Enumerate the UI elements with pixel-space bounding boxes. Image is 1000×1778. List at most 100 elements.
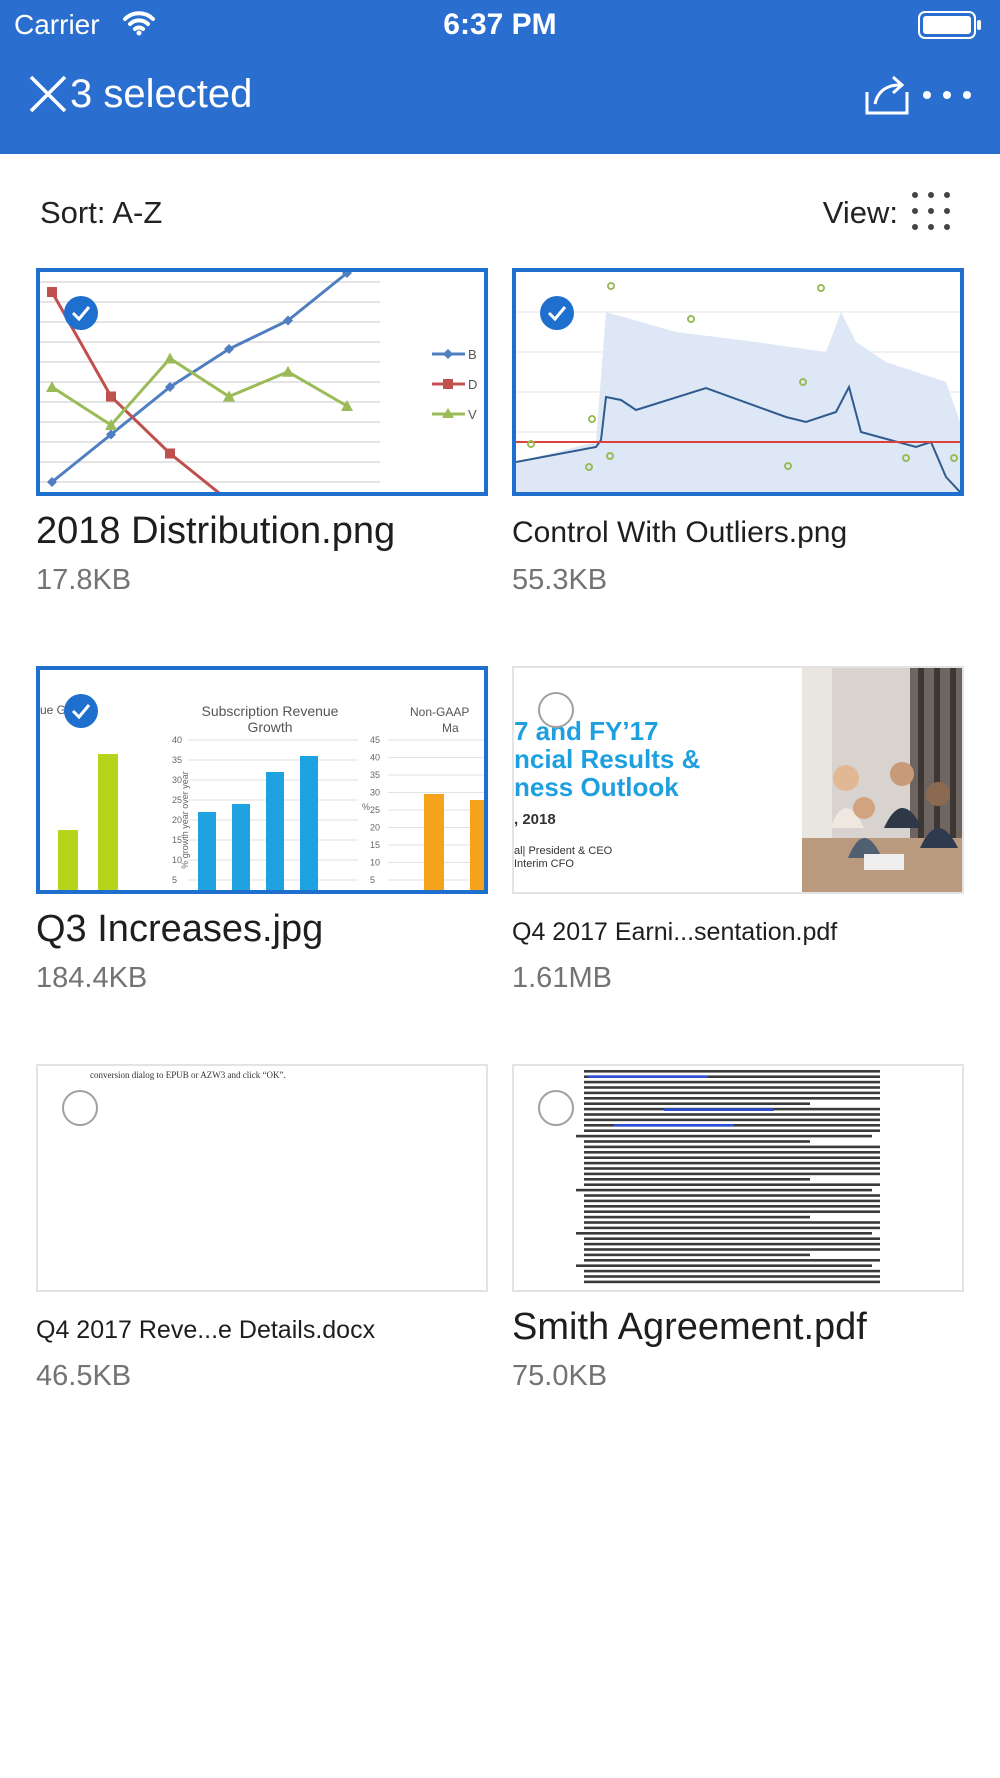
chart-fragment-label: Non-GAAP	[410, 705, 469, 719]
text-line	[576, 1188, 872, 1192]
svg-text:D: D	[468, 377, 477, 392]
meeting-photo	[802, 668, 962, 892]
chart-axis-symbol: %	[362, 802, 370, 812]
tick-label: 30	[370, 788, 380, 798]
file-thumbnail[interactable]: 7 and FY’17 ncial Results & ness Outlook…	[512, 666, 964, 894]
text-line	[584, 1178, 810, 1181]
chart-fragment-label: Ma	[442, 721, 459, 735]
text-line	[584, 1205, 880, 1208]
file-tile[interactable]: Control With Outliers.png 55.3KB	[512, 268, 964, 608]
slide-title-line: ncial Results &	[514, 744, 700, 774]
checkmark-icon[interactable]	[64, 694, 98, 728]
file-name: Smith Agreement.pdf	[512, 1306, 867, 1348]
text-line	[584, 1086, 880, 1089]
tick-label: 10	[370, 858, 380, 868]
text-line	[584, 1140, 810, 1143]
file-tile[interactable]: conversion dialog to EPUB or AZW3 and cl…	[36, 1064, 488, 1404]
file-name: Control With Outliers.png	[512, 516, 848, 549]
text-line	[576, 1232, 872, 1235]
slide-presenter: al| President & CEO	[514, 845, 613, 857]
chart-title-line1: Subscription Revenue	[202, 703, 339, 719]
text-line	[584, 1269, 880, 1273]
unchecked-circle-icon[interactable]	[538, 1090, 574, 1126]
tick-label: 5	[370, 875, 375, 885]
file-thumbnail[interactable]: B D V	[36, 268, 488, 496]
tick-label: 40	[370, 753, 380, 763]
tick-label: 15	[172, 835, 182, 845]
text-line	[584, 1091, 880, 1095]
slide-title-line: 7 and FY’17	[514, 716, 659, 746]
document-thumbnail: conversion dialog to EPUB or AZW3 and cl…	[90, 1070, 286, 1080]
text-line	[584, 1215, 810, 1219]
file-tile[interactable]: ue G Subscription Revenue Growth % growt…	[36, 666, 488, 1006]
hyperlink	[614, 1124, 734, 1127]
tick-label: 30	[172, 775, 182, 785]
close-icon[interactable]	[24, 70, 72, 118]
file-thumbnail[interactable]: ue G Subscription Revenue Growth % growt…	[36, 666, 488, 894]
line-point	[165, 448, 175, 459]
agreement-thumbnail	[576, 1070, 880, 1284]
text-line	[584, 1161, 880, 1165]
svg-text:B: B	[468, 347, 477, 362]
tick-label: 35	[172, 755, 182, 765]
tick-label: 20	[172, 815, 182, 825]
text-line	[576, 1134, 872, 1138]
text-line	[584, 1097, 880, 1100]
tick-label: 5	[172, 875, 177, 885]
tick-label: 10	[172, 855, 182, 865]
checkmark-icon[interactable]	[540, 296, 574, 330]
chart-fragment-label: ue G	[40, 703, 66, 717]
line-point	[282, 365, 294, 377]
file-size: 55.3KB	[512, 564, 608, 596]
file-tile[interactable]: 7 and FY’17 ncial Results & ness Outlook…	[512, 666, 964, 1006]
view-label: View:	[822, 195, 898, 230]
text-line	[584, 1145, 880, 1149]
text-line	[584, 1194, 880, 1197]
file-tile[interactable]: Smith Agreement.pdf 75.0KB	[512, 1064, 964, 1404]
file-thumbnail[interactable]: conversion dialog to EPUB or AZW3 and cl…	[36, 1064, 488, 1292]
file-size: 46.5KB	[36, 1360, 132, 1392]
status-bar: Carrier 6:37 PM	[0, 0, 1000, 50]
text-line	[576, 1264, 872, 1267]
tick-label: 35	[370, 770, 380, 780]
battery-icon	[918, 11, 982, 39]
file-size: 1.61MB	[512, 962, 612, 994]
bar	[198, 812, 216, 890]
sort-button[interactable]: Sort: A-Z	[40, 195, 162, 231]
slide-presenter: Interim CFO	[514, 858, 574, 870]
text-line	[584, 1156, 880, 1159]
share-icon[interactable]	[862, 72, 912, 118]
file-name: Q3 Increases.jpg	[36, 908, 324, 950]
file-thumbnail[interactable]	[512, 268, 964, 496]
unchecked-circle-icon[interactable]	[538, 692, 574, 728]
line-point	[106, 391, 116, 402]
grid-view-icon[interactable]	[910, 190, 952, 232]
bar	[266, 772, 284, 890]
text-line	[584, 1248, 880, 1251]
file-tile[interactable]: B D V 2018 Distribution.png 17.8KB	[36, 268, 488, 608]
tick-label: 25	[172, 795, 182, 805]
tick-label: 45	[370, 735, 380, 745]
text-line	[584, 1221, 880, 1224]
selection-title: 3 selected	[70, 72, 253, 116]
tick-label: 40	[172, 735, 182, 745]
text-line	[584, 1151, 880, 1154]
bar-chart: ue G Subscription Revenue Growth % growt…	[40, 703, 484, 890]
bar	[300, 756, 318, 890]
text-line	[584, 1275, 880, 1278]
unchecked-circle-icon[interactable]	[62, 1090, 98, 1126]
status-time: 6:37 PM	[443, 8, 557, 41]
document-text: conversion dialog to EPUB or AZW3 and cl…	[90, 1070, 286, 1080]
text-line	[584, 1226, 880, 1230]
checkmark-icon[interactable]	[64, 296, 98, 330]
text-line	[584, 1070, 880, 1073]
file-thumbnail[interactable]	[512, 1064, 964, 1292]
text-line	[584, 1210, 880, 1213]
text-line	[584, 1080, 880, 1084]
line-chart: B D V	[40, 272, 477, 492]
text-line	[584, 1183, 880, 1186]
more-icon[interactable]	[918, 80, 976, 110]
chart-title-line2: Growth	[247, 719, 292, 735]
text-line	[584, 1237, 880, 1240]
text-line	[584, 1113, 880, 1116]
